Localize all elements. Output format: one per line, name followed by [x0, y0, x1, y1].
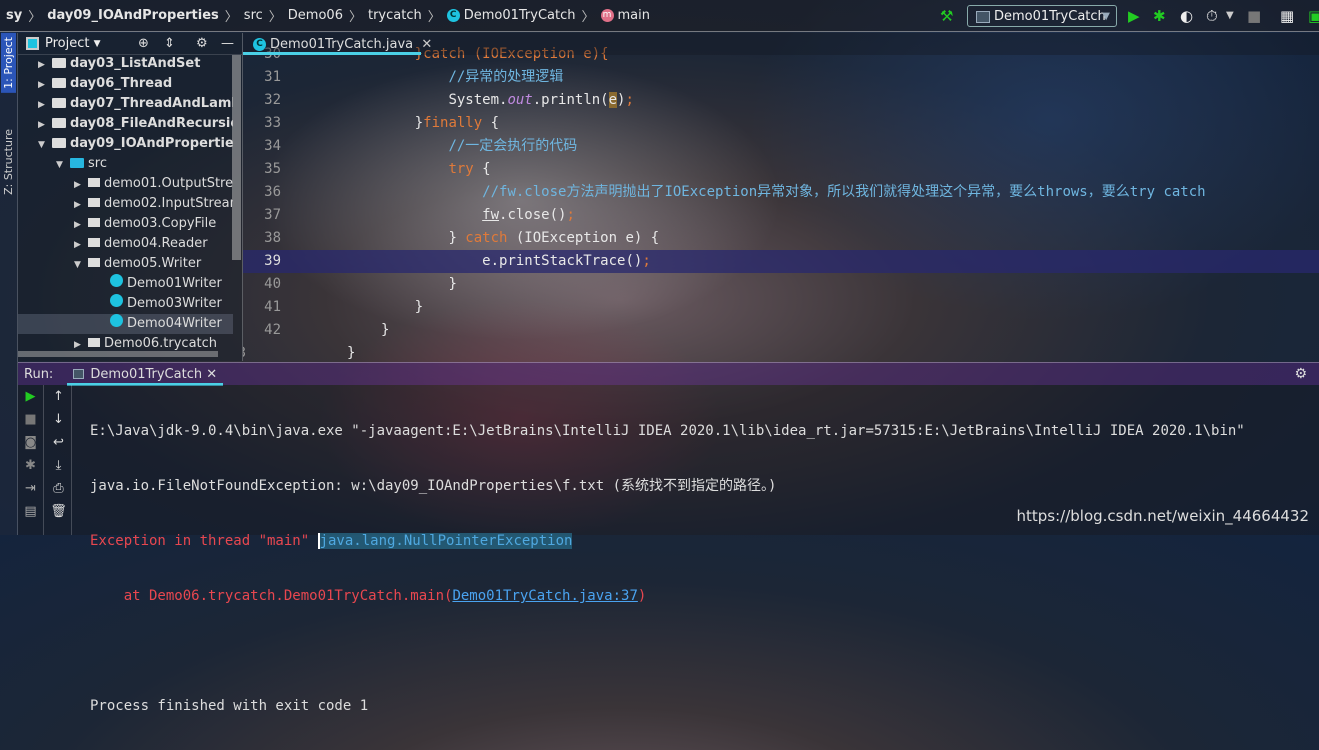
editor-tab[interactable]: C Demo01TryCatch.java ✕ — [253, 37, 432, 52]
scroll-to-end-icon[interactable]: ⤓ — [46, 454, 71, 477]
console-output[interactable]: E:\Java\jdk-9.0.4\bin\java.exe "-javaage… — [90, 388, 1245, 750]
class-icon: C — [253, 37, 266, 51]
run-label: Run: — [24, 366, 54, 382]
stacktrace-link[interactable]: Demo01TryCatch.java:37 — [452, 588, 637, 604]
project-tool-tab[interactable]: 1: Project — [1, 33, 16, 93]
project-panel: Project ▼ ⊕ ⇕ ⚙ — ▶ day03_ListAndSet ▶ day… — [18, 33, 243, 361]
debug-bug-icon[interactable]: ✱ — [1153, 7, 1166, 25]
tree-item[interactable]: ▶ demo03.CopyFile — [18, 214, 233, 234]
debug-icon[interactable]: ✱ — [18, 454, 43, 477]
build-hammer-icon[interactable]: ⚒ — [940, 7, 953, 25]
structure-tool-tab[interactable]: Z: Structure — [1, 125, 16, 199]
console-line: Exception in thread "main" java.lang.Nul… — [90, 533, 573, 549]
tree-item[interactable]: Demo03Writer — [18, 294, 233, 314]
code-line: 37 fw.close(); — [264, 207, 575, 223]
horizontal-scrollbar[interactable] — [18, 351, 218, 357]
tree-item[interactable]: Demo01Writer — [18, 274, 233, 294]
tree-item[interactable]: ▶ day08_FileAndRecursion — [18, 114, 233, 134]
run-icon[interactable]: ▶ — [1128, 7, 1140, 25]
tree-item[interactable]: ▼ demo05.Writer — [18, 254, 233, 274]
login-icon[interactable]: ⇥ — [18, 477, 43, 500]
camera-icon[interactable]: ◙ — [18, 431, 43, 454]
method-icon: m — [600, 9, 614, 22]
code-line: 31 //异常的处理逻辑 — [264, 69, 564, 85]
run-toolbar-right: ↑ ↓ ↩ ⤓ ⎙ 🗑 — [46, 385, 72, 535]
code-line: 41 } — [264, 299, 424, 315]
tree-item[interactable]: ▶ day03_ListAndSet — [18, 54, 233, 74]
tree-item[interactable]: ▶ demo02.InputStream — [18, 194, 233, 214]
arrow-down-icon[interactable]: ↓ — [46, 408, 71, 431]
code-line: 42} — [264, 322, 390, 338]
project-panel-header: Project ▼ ⊕ ⇕ ⚙ — — [18, 33, 242, 55]
project-view-select[interactable]: Project — [45, 36, 89, 51]
vertical-scrollbar[interactable] — [232, 55, 241, 260]
code-line: 40 } — [264, 276, 457, 292]
tree-item[interactable]: ▶ day06_Thread — [18, 74, 233, 94]
soft-wrap-icon[interactable]: ↩ — [46, 431, 71, 454]
coverage-icon[interactable]: ◐ — [1180, 7, 1193, 25]
code-line: 33 }finally { — [264, 115, 500, 131]
rerun-icon[interactable]: ▶ — [18, 385, 43, 408]
breadcrumb-package[interactable]: Demo06 — [288, 8, 343, 23]
breadcrumb-class[interactable]: Demo01TryCatch — [464, 8, 576, 23]
class-icon: C — [446, 9, 460, 22]
left-tool-strip: 1: Project Z: Structure — [0, 33, 18, 535]
chevron-down-icon[interactable]: ▼ — [1226, 7, 1234, 25]
selected-text: java.lang.NullPointerException — [317, 533, 573, 549]
trash-icon[interactable]: 🗑 — [46, 500, 71, 523]
code-line: 34 //一定会执行的代码 — [264, 138, 578, 154]
run-toolbar-left: ▶ ■ ◙ ✱ ⇥ ▤ — [18, 385, 44, 535]
tree-item[interactable]: ▼ src — [18, 154, 233, 174]
code-line: 38 } catch (IOException e) { — [264, 230, 660, 246]
run-anything-icon[interactable]: ▣ — [1308, 7, 1319, 25]
gear-icon[interactable]: ⚙ — [196, 36, 208, 51]
breadcrumb-src[interactable]: src — [244, 8, 263, 23]
console-line: Process finished with exit code 1 — [90, 698, 369, 714]
console-icon — [73, 369, 85, 379]
code-line-current: 39 e.printStackTrace(); — [243, 250, 1319, 273]
chevron-down-icon: ▼ — [1102, 10, 1110, 22]
tree-item[interactable]: ▶ demo04.Reader — [18, 234, 233, 254]
code-editor[interactable]: CDemo01TryCatch.java ✕ 30 }catch (IOExce… — [243, 33, 1319, 361]
run-config-label: Demo01TryCatch — [994, 8, 1106, 24]
breadcrumb-sy[interactable]: sy — [6, 8, 22, 23]
editor-tab-bar: C Demo01TryCatch.java ✕ — [243, 33, 1319, 55]
tree-item[interactable]: Demo04Writer — [18, 314, 233, 334]
stop-icon[interactable]: ■ — [18, 408, 43, 431]
code-line: 32 System.out.println(e); — [264, 92, 634, 108]
arrow-up-icon[interactable]: ↑ — [46, 385, 71, 408]
stop-icon[interactable]: ■ — [1247, 7, 1261, 25]
navigation-bar: sy 〉 day09_IOAndProperties 〉 src 〉 Demo06 〉 … — [0, 0, 1319, 32]
console-line: java.io.FileNotFoundException: w:\day09_… — [90, 478, 777, 494]
tree-item[interactable]: ▶demo01.OutputStream — [18, 174, 233, 194]
chevron-down-icon[interactable]: ▼ — [94, 39, 101, 49]
breadcrumb-method[interactable]: main — [618, 8, 650, 23]
run-panel-header: Run: Demo01TryCatch ✕ ⚙ — [18, 362, 1319, 386]
watermark: https://blog.csdn.net/weixin_44664432 — [1016, 507, 1309, 525]
hide-icon[interactable]: — — [221, 36, 234, 51]
locate-icon[interactable]: ⊕ — [138, 36, 149, 51]
editor-tab-label: Demo01TryCatch.java — [270, 36, 414, 52]
profile-icon[interactable]: ⏱ — [1206, 7, 1218, 25]
print-icon[interactable]: ⎙ — [46, 477, 71, 500]
breadcrumb-module[interactable]: day09_IOAndProperties — [47, 8, 219, 23]
project-icon — [26, 37, 39, 50]
close-icon[interactable]: ✕ — [206, 367, 217, 382]
breadcrumb-subpackage[interactable]: trycatch — [368, 8, 422, 23]
project-structure-icon[interactable]: ▦ — [1280, 7, 1294, 25]
console-line: E:\Java\jdk-9.0.4\bin\java.exe "-javaage… — [90, 423, 1245, 439]
code-line: 43} — [243, 345, 356, 361]
code-line: 35 try { — [264, 161, 491, 177]
gear-icon[interactable]: ⚙ — [1294, 366, 1307, 382]
code-line: 36 //fw.close方法声明抛出了IOException异常对象，所以我们… — [264, 184, 1206, 200]
tree-item[interactable]: ▼ day09_IOAndProperties — [18, 134, 233, 154]
tree-item[interactable]: ▶day07_ThreadAndLambda — [18, 94, 233, 114]
layout-icon[interactable]: ▤ — [18, 500, 43, 523]
console-line: at Demo06.trycatch.Demo01TryCatch.main(D… — [90, 588, 647, 604]
collapse-all-icon[interactable]: ⇕ — [164, 36, 175, 51]
run-configuration-select[interactable]: Demo01TryCatch ▼ — [967, 5, 1117, 27]
run-tab[interactable]: Demo01TryCatch ✕ — [67, 363, 224, 386]
close-icon[interactable]: ✕ — [421, 37, 432, 52]
project-tree: ▶ day03_ListAndSet ▶ day06_Thread ▶ day07_T… — [18, 54, 233, 354]
